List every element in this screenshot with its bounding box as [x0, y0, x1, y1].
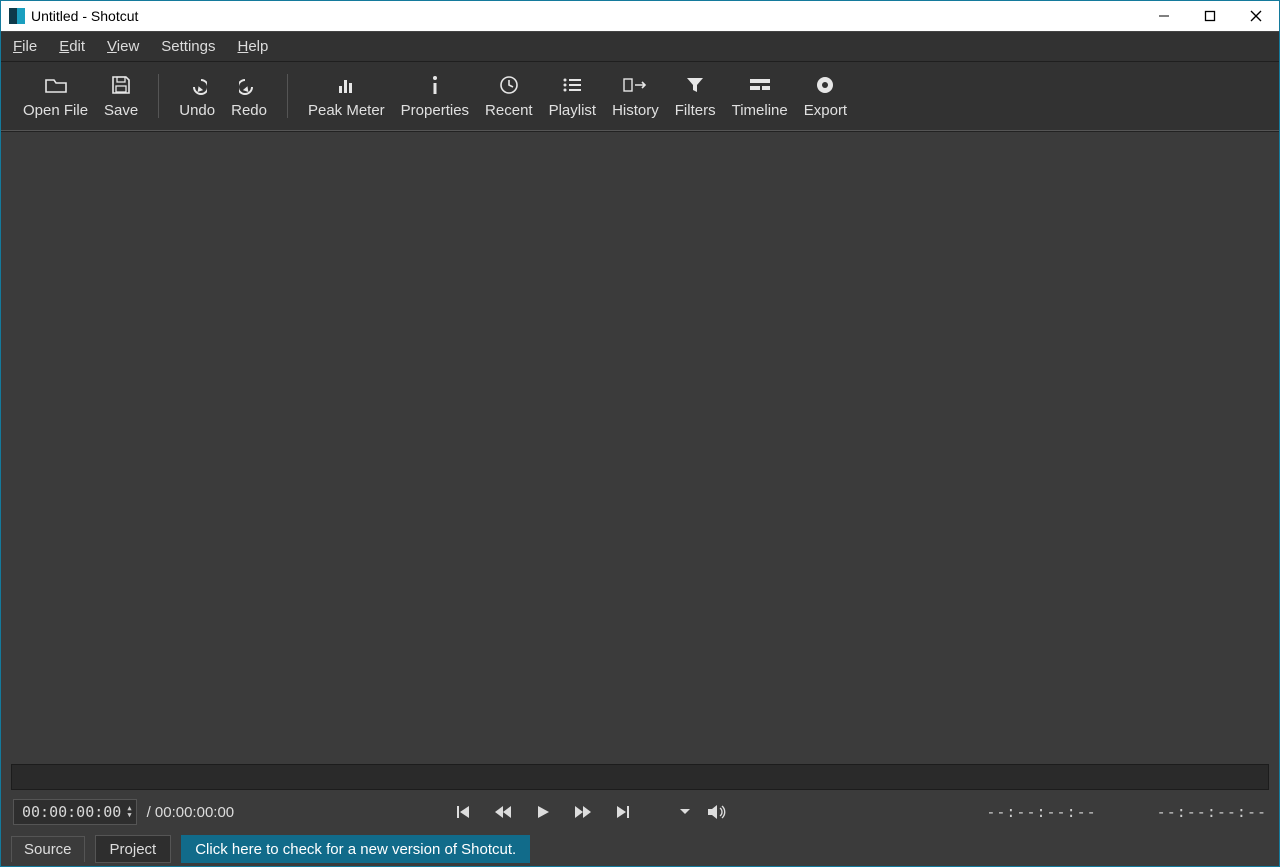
window-title: Untitled - Shotcut — [31, 8, 138, 24]
history-label: History — [612, 102, 659, 119]
zoom-dropdown-button[interactable] — [669, 798, 701, 826]
app-icon — [9, 8, 25, 24]
undo-icon — [187, 74, 207, 96]
timeline-button[interactable]: Timeline — [724, 72, 796, 121]
save-label: Save — [104, 102, 138, 119]
save-button[interactable]: Save — [96, 72, 146, 121]
menu-edit-label: dit — [69, 38, 85, 55]
seekbar-container — [1, 762, 1279, 792]
funnel-icon — [686, 74, 704, 96]
out-point-timecode[interactable]: --:--:--:-- — [1157, 803, 1267, 821]
menu-file[interactable]: File — [13, 38, 37, 55]
toolbar-separator — [287, 74, 288, 118]
current-timecode: 00:00:00:00 — [22, 803, 121, 821]
menu-view-label: iew — [117, 38, 140, 55]
export-button[interactable]: Export — [796, 72, 855, 121]
app-window: Untitled - Shotcut File Edit View Settin… — [0, 0, 1280, 867]
playlist-button[interactable]: Playlist — [541, 72, 605, 121]
volume-button[interactable] — [701, 798, 733, 826]
main-toolbar: Open File Save Undo Redo Peak Mete — [1, 61, 1279, 131]
skip-next-button[interactable] — [607, 798, 639, 826]
recent-button[interactable]: Recent — [477, 72, 541, 121]
undo-button[interactable]: Undo — [171, 72, 223, 121]
history-button[interactable]: History — [604, 72, 667, 121]
redo-button[interactable]: Redo — [223, 72, 275, 121]
title-bar: Untitled - Shotcut — [1, 1, 1279, 31]
fast-forward-button[interactable] — [567, 798, 599, 826]
menu-view[interactable]: View — [107, 38, 139, 55]
clock-icon — [499, 74, 519, 96]
in-point-timecode[interactable]: --:--:--:-- — [986, 803, 1096, 821]
list-icon — [562, 74, 582, 96]
filters-button[interactable]: Filters — [667, 72, 724, 121]
tab-project[interactable]: Project — [95, 835, 172, 863]
total-duration: / 00:00:00:00 — [147, 804, 235, 821]
export-label: Export — [804, 102, 847, 119]
update-notice-label: Click here to check for a new version of… — [195, 841, 516, 858]
redo-icon — [239, 74, 259, 96]
open-file-icon — [45, 74, 67, 96]
toolbar-separator — [158, 74, 159, 118]
current-timecode-input[interactable]: 00:00:00:00 ▲▼ — [13, 799, 137, 825]
menu-settings-label: Settings — [161, 38, 215, 55]
bottom-bar: Source Project Click here to check for a… — [1, 832, 1279, 866]
filters-label: Filters — [675, 102, 716, 119]
open-file-button[interactable]: Open File — [15, 72, 96, 121]
tab-source[interactable]: Source — [11, 836, 85, 862]
history-icon — [623, 74, 647, 96]
close-button[interactable] — [1233, 1, 1279, 31]
peak-meter-icon — [336, 74, 356, 96]
tab-source-label: Source — [24, 841, 72, 858]
skip-previous-button[interactable] — [447, 798, 479, 826]
tab-project-label: Project — [110, 841, 157, 858]
recent-label: Recent — [485, 102, 533, 119]
properties-label: Properties — [401, 102, 469, 119]
peak-meter-button[interactable]: Peak Meter — [300, 72, 393, 121]
minimize-button[interactable] — [1141, 1, 1187, 31]
menu-edit[interactable]: Edit — [59, 38, 85, 55]
peak-meter-label: Peak Meter — [308, 102, 385, 119]
menu-settings[interactable]: Settings — [161, 38, 215, 55]
timecode-spinner[interactable]: ▲▼ — [127, 805, 131, 819]
seek-bar[interactable] — [11, 764, 1269, 790]
disc-icon — [815, 74, 835, 96]
menu-file-label: ile — [22, 38, 37, 55]
playlist-label: Playlist — [549, 102, 597, 119]
maximize-button[interactable] — [1187, 1, 1233, 31]
playback-controls — [447, 798, 639, 826]
play-button[interactable] — [527, 798, 559, 826]
timeline-label: Timeline — [732, 102, 788, 119]
transport-bar: 00:00:00:00 ▲▼ / 00:00:00:00 — [1, 792, 1279, 832]
info-icon — [430, 74, 440, 96]
properties-button[interactable]: Properties — [393, 72, 477, 121]
menu-bar: File Edit View Settings Help — [1, 31, 1279, 61]
update-notice[interactable]: Click here to check for a new version of… — [181, 835, 530, 863]
menu-help-label: elp — [248, 38, 268, 55]
undo-label: Undo — [179, 102, 215, 119]
preview-area — [1, 131, 1279, 762]
open-file-label: Open File — [23, 102, 88, 119]
timeline-icon — [749, 74, 771, 96]
redo-label: Redo — [231, 102, 267, 119]
save-icon — [111, 74, 131, 96]
rewind-button[interactable] — [487, 798, 519, 826]
menu-help[interactable]: Help — [238, 38, 269, 55]
